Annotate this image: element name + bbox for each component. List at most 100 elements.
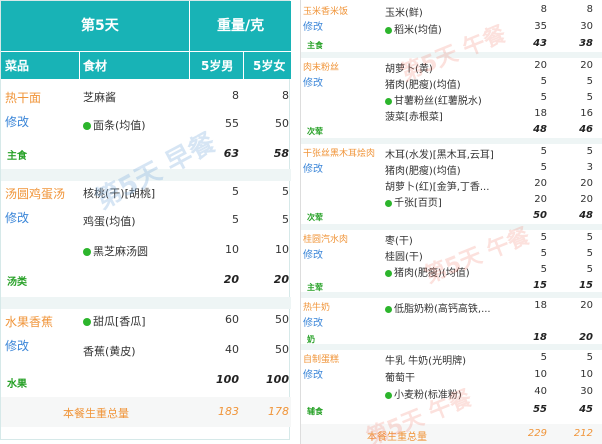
female-value: 20 — [580, 60, 593, 71]
summary-male: 229 — [527, 428, 547, 439]
food-item: 甜瓜[香瓜] — [83, 313, 146, 329]
dish-section: 桂圆汽水肉 修改 主荤 枣(干) 5 5 桂圆(干) 5 5 猪肉(肥瘦)(均值… — [301, 230, 602, 294]
female-value: 20 — [580, 194, 593, 205]
dish-name[interactable]: 桂圆汽水肉 — [303, 232, 348, 245]
food-item: 木耳(水发)[黑木耳,云耳] — [385, 150, 494, 161]
food-item: 低脂奶粉(高钙高铁,... — [385, 300, 491, 315]
edit-link[interactable]: 修改 — [303, 18, 323, 33]
col-dish: 菜品 — [5, 59, 30, 73]
table-header-top: 第5天 重量/克 — [1, 1, 291, 51]
dish-name[interactable]: 自制蛋糕 — [303, 352, 339, 365]
female-value: 20 — [580, 300, 593, 311]
lunch-panel: 玉米香米饭 修改 主食 玉米(鲜) 8 8 稻米(均值) 35 30 43 38… — [300, 0, 602, 444]
dish-name[interactable]: 热干面 — [5, 89, 41, 106]
male-value: 5 — [540, 248, 547, 259]
food-item: 玉米(鲜) — [385, 8, 423, 19]
female-value: 5 — [586, 232, 593, 243]
food-item: 猪肉(肥瘦)(均值) — [385, 166, 461, 177]
dish-name[interactable]: 肉末粉丝 — [303, 60, 339, 73]
total-female: 38 — [579, 38, 593, 49]
male-value: 5 — [540, 264, 547, 275]
female-value: 5 — [586, 248, 593, 259]
male-value: 20 — [534, 60, 547, 71]
total-male: 100 — [216, 373, 239, 386]
total-male: 43 — [533, 38, 547, 49]
edit-link[interactable]: 修改 — [5, 337, 29, 354]
food-item: 芝麻酱 — [83, 91, 116, 104]
col-food: 食材 — [83, 59, 108, 73]
edit-link[interactable]: 修改 — [303, 160, 323, 175]
food-item: 小麦粉(标准粉) — [385, 386, 462, 401]
food-item: 稻米(均值) — [385, 21, 442, 36]
dish-name[interactable]: 玉米香米饭 — [303, 4, 348, 17]
dish-name[interactable]: 汤圆鸡蛋汤 — [5, 185, 65, 202]
edit-link[interactable]: 修改 — [303, 246, 323, 261]
female-value: 5 — [586, 92, 593, 103]
total-female: 15 — [579, 280, 593, 291]
total-male: 18 — [533, 332, 547, 343]
male-value: 40 — [534, 386, 547, 397]
total-male: 20 — [223, 273, 239, 286]
food-item: 黑芝麻汤圆 — [83, 243, 148, 259]
male-value: 60 — [225, 313, 239, 326]
male-value: 8 — [232, 89, 239, 102]
male-value: 40 — [225, 343, 239, 356]
female-value: 8 — [586, 4, 593, 15]
food-item: 核桃(干)[胡桃] — [83, 187, 156, 200]
female-value: 5 — [586, 264, 593, 275]
total-male: 50 — [533, 210, 547, 221]
total-male: 15 — [533, 280, 547, 291]
female-value: 5 — [282, 185, 289, 198]
female-value: 50 — [275, 313, 289, 326]
dish-name[interactable]: 热牛奶 — [303, 300, 330, 313]
female-value: 5 — [586, 146, 593, 157]
edit-link[interactable]: 修改 — [5, 113, 29, 130]
main-ingredient-dot-icon — [83, 318, 91, 326]
dish-section: 热干面 修改 主食 芝麻酱 8 8 面条(均值) 55 50 63 58 — [1, 85, 291, 165]
summary-label: 本餐生重总量 — [367, 432, 427, 443]
dish-section: 热牛奶 修改 奶 低脂奶粉(高钙高铁,... 18 20 18 20 — [301, 298, 602, 346]
food-item: 牛乳 牛奶(光明牌) — [385, 356, 466, 367]
male-value: 5 — [232, 185, 239, 198]
female-value: 16 — [580, 108, 593, 119]
food-item: 胡萝卜(黄) — [385, 64, 433, 75]
male-value: 5 — [540, 162, 547, 173]
female-value: 5 — [586, 352, 593, 363]
col-female: 5岁女 — [253, 59, 286, 73]
male-value: 8 — [540, 4, 547, 15]
total-male: 55 — [533, 404, 547, 415]
dish-section: 干张丝黑木耳烩肉 修改 次荤 木耳(水发)[黑木耳,云耳] 5 5 猪肉(肥瘦)… — [301, 144, 602, 226]
main-ingredient-dot-icon — [385, 200, 392, 207]
main-ingredient-dot-icon — [83, 248, 91, 256]
female-value: 30 — [580, 21, 593, 32]
female-value: 8 — [282, 89, 289, 102]
food-item: 甘薯粉丝(红薯脱水) — [385, 92, 482, 107]
male-value: 5 — [540, 146, 547, 157]
edit-link[interactable]: 修改 — [303, 314, 323, 329]
main-ingredient-dot-icon — [83, 122, 91, 130]
male-value: 10 — [534, 369, 547, 380]
male-value: 20 — [534, 178, 547, 189]
dish-name[interactable]: 水果香蕉 — [5, 313, 53, 330]
female-value: 50 — [275, 343, 289, 356]
edit-link[interactable]: 修改 — [303, 74, 323, 89]
food-item: 菠菜[赤根菜] — [385, 112, 443, 123]
category-label: 次荤 — [307, 213, 323, 222]
total-female: 46 — [579, 124, 593, 135]
page: 第5天 重量/克 菜品 食材 5岁男 5岁女 热干面 修改 主食 芝麻酱 8 8… — [0, 0, 602, 444]
food-item: 胡萝卜(红)[金笋,丁香... — [385, 182, 490, 193]
dish-section: 玉米香米饭 修改 主食 玉米(鲜) 8 8 稻米(均值) 35 30 43 38 — [301, 2, 602, 52]
female-value: 30 — [580, 386, 593, 397]
male-value: 18 — [534, 108, 547, 119]
edit-link[interactable]: 修改 — [303, 366, 323, 381]
unit-header: 重量/克 — [217, 18, 265, 34]
food-item: 猪肉(肥瘦)(均值) — [385, 264, 470, 279]
total-female: 45 — [579, 404, 593, 415]
main-ingredient-dot-icon — [385, 306, 392, 313]
food-item: 千张[百页] — [385, 194, 442, 209]
male-value: 5 — [540, 76, 547, 87]
total-female: 20 — [579, 332, 593, 343]
summary-female: 178 — [268, 405, 289, 418]
edit-link[interactable]: 修改 — [5, 209, 29, 226]
dish-name[interactable]: 干张丝黑木耳烩肉 — [303, 146, 375, 159]
